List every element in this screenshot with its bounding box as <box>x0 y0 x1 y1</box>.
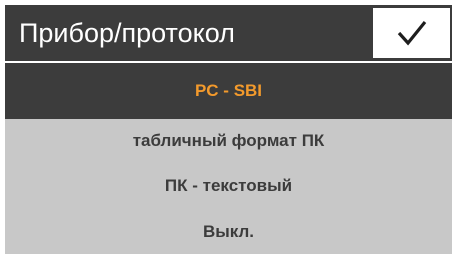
menu-header: Прибор/протокол <box>5 5 452 61</box>
menu-title: Прибор/протокол <box>19 18 235 48</box>
option-off[interactable]: Выкл. <box>5 209 452 254</box>
check-icon <box>397 20 427 46</box>
device-protocol-menu: Прибор/протокол PC - SBI табличный форма… <box>5 5 452 254</box>
confirm-button[interactable] <box>373 8 450 58</box>
option-pc-text[interactable]: ПК - текстовый <box>5 163 452 209</box>
option-pc-sbi[interactable]: PC - SBI <box>5 63 452 119</box>
option-pc-table-format[interactable]: табличный формат ПК <box>5 119 452 163</box>
